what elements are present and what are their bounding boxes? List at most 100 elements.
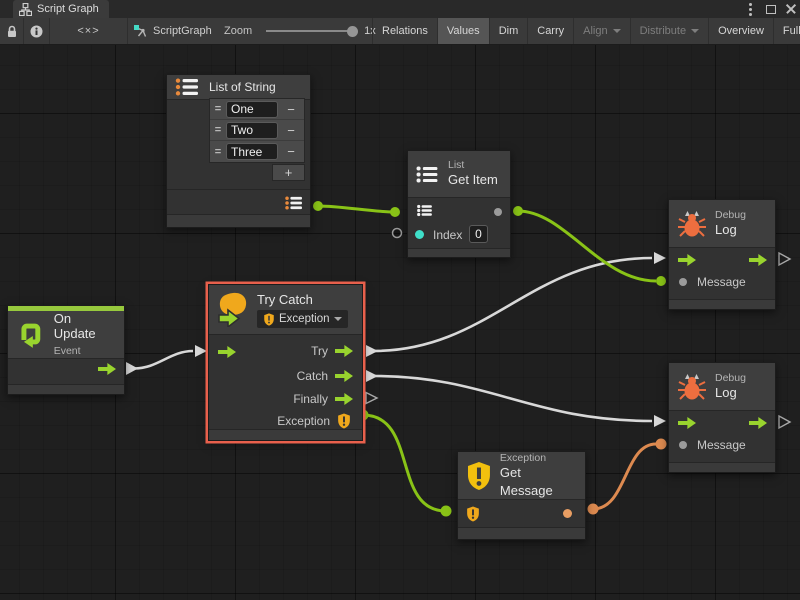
- exception-input-icon[interactable]: [466, 506, 480, 522]
- add-item-button[interactable]: +: [272, 164, 305, 181]
- zoom-slider-handle[interactable]: [347, 26, 358, 37]
- toolbar-buttons: Relations Values Dim Carry Align Distrib…: [372, 18, 800, 44]
- lock-button[interactable]: [0, 18, 24, 44]
- port-in-index-circle[interactable]: [393, 229, 402, 238]
- full-screen-button[interactable]: Full Screen: [773, 18, 800, 44]
- list-output-icon[interactable]: [285, 195, 304, 211]
- node-debug-log-top[interactable]: Debug Log Message: [668, 199, 776, 310]
- port-in-debuglog-top-triangle[interactable]: [654, 252, 666, 264]
- inspect-button[interactable]: [24, 18, 50, 44]
- remove-item-button[interactable]: −: [278, 144, 304, 159]
- drag-handle-icon[interactable]: =: [210, 103, 226, 115]
- port-in-trycatch-triangle[interactable]: [195, 345, 207, 357]
- flow-output-arrow[interactable]: [98, 363, 116, 375]
- port-row-try: Try: [311, 344, 353, 358]
- wire-exception-getmessage[interactable]: [363, 415, 446, 511]
- exception-shield-icon: [466, 461, 492, 491]
- node-on-update[interactable]: On Update Event: [7, 305, 125, 395]
- remove-item-button[interactable]: −: [278, 102, 304, 117]
- list-item-row: = −: [210, 120, 304, 141]
- toolbar: <×> ScriptGraph Zoom 1x Relations Values…: [0, 18, 800, 45]
- port-out-debuglog-bottom-triangle[interactable]: [779, 416, 790, 428]
- item-output-dot[interactable]: [494, 208, 502, 216]
- node-footer: [167, 214, 310, 227]
- list-item-input[interactable]: [226, 143, 278, 160]
- message-input-dot[interactable]: [679, 278, 687, 286]
- list-inline-editor: = − = − = −: [209, 98, 305, 163]
- message-output-dot[interactable]: [563, 509, 572, 518]
- message-input-dot[interactable]: [679, 441, 687, 449]
- node-list-of-string[interactable]: List of String = − = − = −: [166, 74, 311, 228]
- values-button[interactable]: Values: [437, 18, 489, 44]
- flow-output-arrow[interactable]: [335, 393, 353, 405]
- wire-flow-update-trycatch[interactable]: [134, 351, 193, 369]
- node-title: Log: [715, 385, 737, 400]
- port-out-list-dot[interactable]: [313, 201, 323, 211]
- node-debug-log-bottom[interactable]: Debug Log Message: [668, 362, 776, 473]
- port-out-getitem-dot[interactable]: [513, 206, 523, 216]
- wire-flow-catch-debuglog[interactable]: [373, 376, 652, 421]
- list-item-input[interactable]: [226, 101, 278, 118]
- port-out-finally-triangle[interactable]: [366, 393, 377, 404]
- carry-button[interactable]: Carry: [527, 18, 573, 44]
- port-out-debuglog-top-triangle[interactable]: [779, 253, 790, 265]
- dim-button[interactable]: Dim: [489, 18, 528, 44]
- window-menu-icon[interactable]: [749, 8, 752, 11]
- node-get-message[interactable]: Exception Get Message: [457, 451, 586, 540]
- drag-handle-icon[interactable]: =: [210, 146, 226, 158]
- port-out-try-triangle[interactable]: [366, 345, 378, 357]
- code-icon: <×>: [77, 25, 99, 37]
- code-view-button[interactable]: <×>: [50, 18, 128, 44]
- flow-output-arrow[interactable]: [749, 417, 767, 429]
- graph-canvas[interactable]: List of String = − = − = −: [0, 45, 800, 600]
- port-in-message-bottom-dot[interactable]: [656, 439, 667, 450]
- node-get-item[interactable]: List Get Item Index: [407, 150, 511, 258]
- flow-output-arrow[interactable]: [749, 254, 767, 266]
- wire-list-getitem[interactable]: [318, 206, 395, 212]
- port-label: Finally: [293, 392, 328, 406]
- distribute-button[interactable]: Distribute: [630, 18, 708, 44]
- warning-shield-icon: [263, 313, 275, 326]
- relations-button[interactable]: Relations: [372, 18, 437, 44]
- node-title: Log: [715, 222, 737, 237]
- flow-output-arrow[interactable]: [335, 370, 353, 382]
- wire-getmessage-message[interactable]: [593, 444, 656, 509]
- drag-handle-icon[interactable]: =: [210, 124, 226, 136]
- port-out-onupdate-triangle[interactable]: [126, 362, 138, 375]
- close-icon[interactable]: [786, 4, 796, 14]
- message-label: Message: [697, 438, 746, 452]
- graph-breadcrumb[interactable]: ScriptGraph: [133, 18, 212, 44]
- port-in-getitem-dot[interactable]: [390, 207, 400, 217]
- port-in-debuglog-bottom-triangle[interactable]: [654, 415, 666, 427]
- list-input-icon[interactable]: [417, 204, 433, 217]
- exception-type-dropdown[interactable]: Exception: [257, 310, 348, 328]
- chevron-down-icon: [691, 29, 699, 33]
- update-loop-icon: [16, 320, 46, 350]
- node-footer: [408, 248, 510, 257]
- node-footer: [458, 527, 585, 539]
- port-in-getmessage-dot[interactable]: [441, 506, 452, 517]
- align-button[interactable]: Align: [573, 18, 629, 44]
- flow-input-arrow[interactable]: [678, 417, 696, 429]
- maximize-icon[interactable]: [766, 5, 776, 14]
- index-value-field[interactable]: [469, 225, 488, 243]
- port-out-getmessage-dot[interactable]: [588, 504, 599, 515]
- wire-getitem-message[interactable]: [518, 211, 656, 281]
- list-item-input[interactable]: [226, 122, 278, 139]
- script-graph-icon: [133, 24, 147, 38]
- wire-flow-try-debuglog[interactable]: [373, 258, 652, 351]
- port-in-message-top-dot[interactable]: [656, 276, 666, 286]
- node-try-catch[interactable]: Try Catch Exception Try Catc: [208, 284, 363, 441]
- index-input-dot[interactable]: [415, 230, 424, 239]
- zoom-slider[interactable]: [266, 30, 354, 32]
- list-item-row: = −: [210, 99, 304, 120]
- remove-item-button[interactable]: −: [278, 123, 304, 138]
- tab-script-graph[interactable]: Script Graph: [13, 0, 109, 18]
- overview-button[interactable]: Overview: [708, 18, 773, 44]
- port-out-catch-triangle[interactable]: [366, 370, 378, 382]
- warning-shield-icon[interactable]: [337, 413, 351, 429]
- tab-bar: Script Graph: [0, 0, 800, 18]
- flow-input-arrow[interactable]: [218, 346, 236, 358]
- flow-input-arrow[interactable]: [678, 254, 696, 266]
- flow-output-arrow[interactable]: [335, 345, 353, 357]
